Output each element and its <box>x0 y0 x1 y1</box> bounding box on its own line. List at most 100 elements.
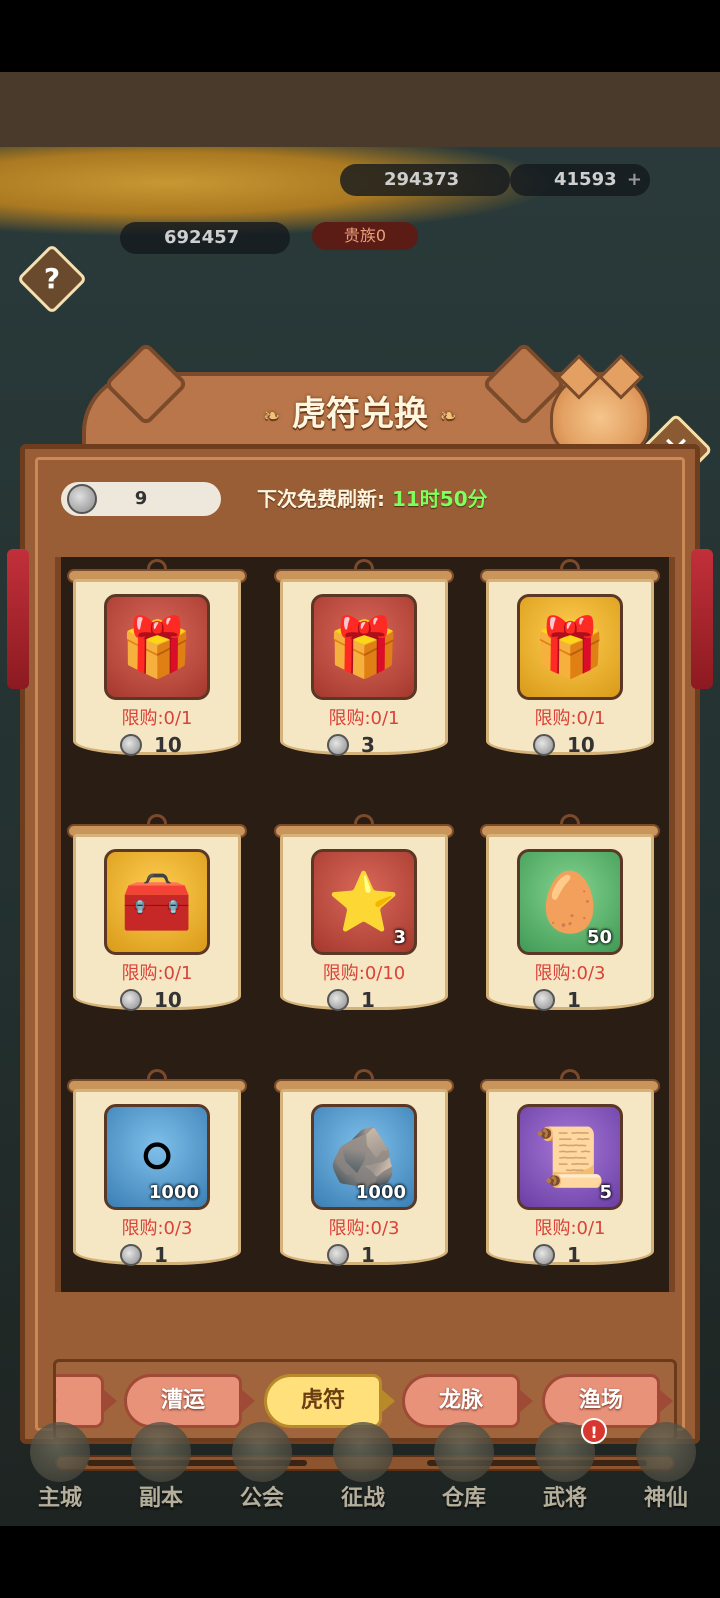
noble-level-badge[interactable]: 贵族0 <box>312 222 418 250</box>
shop-item-card[interactable]: 🧰 限购:0/1 10 <box>67 814 247 1028</box>
system-nav-area <box>0 1526 720 1598</box>
swords-icon <box>131 1422 191 1482</box>
shop-item-card[interactable]: 🎁 限购:0/1 10 <box>67 559 247 773</box>
scroll-card-body: ⭐ 3 限购:0/10 1 <box>280 834 448 1012</box>
refresh-time: 11时50分 <box>391 487 488 511</box>
purchase-limit: 限购:0/3 <box>534 963 606 984</box>
cost-amount: 10 <box>154 988 182 1012</box>
item-icon-frame[interactable]: ⭐ 3 <box>311 849 417 955</box>
tiger-token-icon <box>533 989 555 1011</box>
nav-item[interactable]: ! 武将 <box>517 1418 613 1522</box>
nav-label: 公会 <box>239 1486 284 1511</box>
item-quantity: 1000 <box>148 1182 199 1203</box>
item-shelf[interactable]: 🎁 限购:0/1 10 🎁 限购:0/1 3 🎁 限购:0/1 10 🧰 限购:0/1 10 ⭐ 3 限购:… <box>55 557 675 1292</box>
immortal-cat-icon <box>636 1422 696 1482</box>
shop-item-card[interactable]: 🥚 50 限购:0/3 1 <box>480 814 660 1028</box>
city-icon <box>30 1422 90 1482</box>
shop-item-card[interactable]: 🎁 限购:0/1 3 <box>274 559 454 773</box>
nav-item[interactable]: 征战 <box>315 1418 411 1522</box>
nav-item[interactable]: 副本 <box>113 1418 209 1522</box>
nav-label: 征战 <box>340 1486 385 1511</box>
tiger-token-icon <box>120 1244 142 1266</box>
help-button[interactable]: ? <box>16 243 88 315</box>
item-icon-frame[interactable]: 🪨 1000 <box>311 1104 417 1210</box>
purchase-limit: 限购:0/3 <box>121 1218 193 1239</box>
item-icon-frame[interactable]: 🎁 <box>104 594 210 700</box>
item-icon-frame[interactable]: ⚪ 1000 <box>104 1104 210 1210</box>
scroll-card-body: 🪨 1000 限购:0/3 1 <box>280 1089 448 1267</box>
resource-counter-c: 692457 <box>120 222 290 254</box>
tassel-right <box>691 549 713 689</box>
nav-label: 副本 <box>138 1486 183 1511</box>
item-quantity: 1000 <box>355 1182 406 1203</box>
winged-chest-icon: 🎁 <box>327 613 401 681</box>
shop-item-card[interactable]: ⚪ 1000 限购:0/3 1 <box>67 1069 247 1283</box>
cost-amount: 1 <box>154 1243 168 1267</box>
cost-amount: 1 <box>567 1243 581 1267</box>
refresh-label: 下次免费刷新: <box>257 487 385 511</box>
paw-icon: ❧ <box>263 403 281 428</box>
scroll-card-body: 🥚 50 限购:0/3 1 <box>486 834 654 1012</box>
nav-item[interactable]: 仓库 <box>416 1418 512 1522</box>
game-stage: 294373 41593+ 692457 贵族0 ? ❧ 虎符兑换 ❧ ✕ 9 … <box>0 72 720 1526</box>
winged-chest-icon: 🎁 <box>120 613 194 681</box>
shop-item-card[interactable]: 🎁 限购:0/1 10 <box>480 559 660 773</box>
cost-amount: 1 <box>567 988 581 1012</box>
question-icon: ? <box>43 262 61 295</box>
alert-badge: ! <box>581 1418 607 1444</box>
nav-label: 仓库 <box>441 1486 486 1511</box>
add-icon[interactable]: + <box>627 164 642 196</box>
purchase-limit: 限购:0/1 <box>534 708 606 729</box>
purchase-limit: 限购:0/1 <box>121 708 193 729</box>
resource-a-value: 294373 <box>384 169 460 190</box>
nav-label: 武将 <box>542 1486 587 1511</box>
scroll-card-body: 🎁 限购:0/1 10 <box>73 579 241 757</box>
tiger-token-icon <box>533 734 555 756</box>
tiger-token-count: 9 <box>134 488 148 509</box>
scroll-card-body: 📜 5 限购:0/1 1 <box>486 1089 654 1267</box>
nav-item[interactable]: 公会 <box>214 1418 310 1522</box>
item-icon-frame[interactable]: 📜 5 <box>517 1104 623 1210</box>
shop-item-card[interactable]: 📜 5 限购:0/1 1 <box>480 1069 660 1283</box>
item-quantity: 50 <box>586 927 612 948</box>
purple-chest-icon: 🎁 <box>533 613 607 681</box>
exchange-panel: ❧ 虎符兑换 ❧ ✕ 9 下次免费刷新: 11时50分 🎁限购:0/110🎁限购… <box>7 341 713 1471</box>
scroll-card-body: 🎁 限购:0/1 3 <box>280 579 448 757</box>
tiger-token-balance: 9 <box>61 482 221 516</box>
cost-amount: 3 <box>361 733 375 757</box>
cabinet-frame: 9 下次免费刷新: 11时50分 🎁 限购:0/1 10 🎁 限购:0/1 3 🎁 限购:0/… <box>7 444 713 1471</box>
tiger-token-icon <box>327 1244 349 1266</box>
refresh-info: 下次免费刷新: 11时50分 <box>257 482 488 516</box>
silver-chest-icon: 🧰 <box>120 868 194 936</box>
purchase-limit: 限购:0/3 <box>328 1218 400 1239</box>
item-icon-frame[interactable]: 🎁 <box>311 594 417 700</box>
bottom-navigation: 主城 副本 公会 征战 仓库! 武将 神仙 <box>0 1412 720 1526</box>
cost-amount: 10 <box>567 733 595 757</box>
item-quantity: 3 <box>393 927 406 948</box>
tassel-left <box>7 549 29 689</box>
battle-icon <box>333 1422 393 1482</box>
nav-label: 主城 <box>37 1486 82 1511</box>
item-icon-frame[interactable]: 🎁 <box>517 594 623 700</box>
tiger-token-icon <box>533 1244 555 1266</box>
tiger-token-icon <box>327 734 349 756</box>
nav-item[interactable]: 神仙 <box>618 1418 714 1522</box>
shop-item-card[interactable]: ⭐ 3 限购:0/10 1 <box>274 814 454 1028</box>
tiger-token-icon <box>120 734 142 756</box>
cost-amount: 1 <box>361 988 375 1012</box>
nav-label: 神仙 <box>643 1486 688 1511</box>
resource-counter-b: 41593 + <box>510 164 650 196</box>
item-icon-frame[interactable]: 🥚 50 <box>517 849 623 955</box>
item-quantity: 5 <box>599 1182 612 1203</box>
scroll-card-body: 🎁 限购:0/1 10 <box>486 579 654 757</box>
cost-amount: 1 <box>361 1243 375 1267</box>
resource-counter-a: 294373 <box>340 164 510 196</box>
shop-item-card[interactable]: 🪨 1000 限购:0/3 1 <box>274 1069 454 1283</box>
paw-icon: ❧ <box>439 403 457 428</box>
panel-title: ❧ 虎符兑换 ❧ <box>220 384 500 444</box>
nav-item[interactable]: 主城 <box>12 1418 108 1522</box>
resource-b-value: 41593 <box>554 169 617 190</box>
item-icon-frame[interactable]: 🧰 <box>104 849 210 955</box>
panel-title-text: 虎符兑换 <box>292 394 428 434</box>
cost-amount: 10 <box>154 733 182 757</box>
